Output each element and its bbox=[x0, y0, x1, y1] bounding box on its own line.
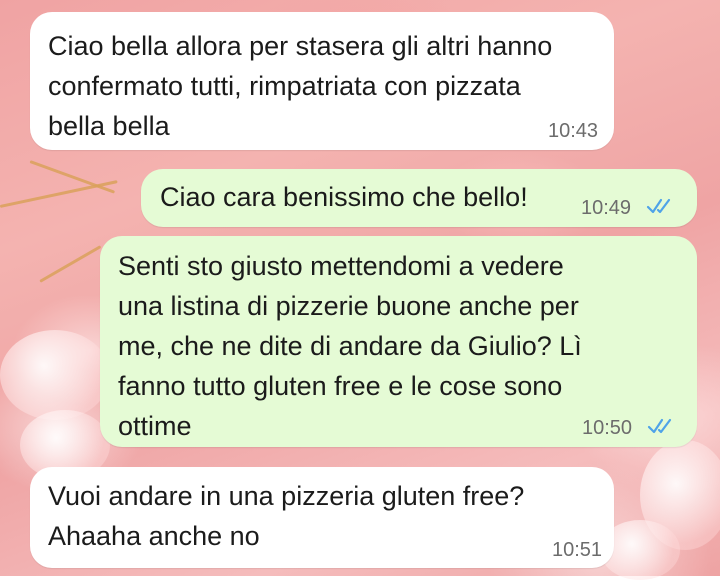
wallpaper-stem bbox=[39, 245, 102, 283]
message-timestamp: 10:49 bbox=[581, 197, 632, 219]
double-check-read-icon bbox=[646, 198, 671, 214]
message-text: Senti sto giusto mettendomi a vedere una… bbox=[118, 251, 582, 441]
message-bubble-incoming[interactable]: Vuoi andare in una pizzeria gluten free?… bbox=[30, 467, 614, 568]
message-text: Ciao bella allora per stasera gli altri … bbox=[48, 31, 553, 141]
message-text: Vuoi andare in una pizzeria gluten free?… bbox=[48, 481, 525, 551]
wallpaper-flower bbox=[0, 330, 110, 420]
message-text: Ciao cara benissimo che bello! bbox=[160, 182, 528, 212]
message-bubble-incoming[interactable]: Ciao bella allora per stasera gli altri … bbox=[30, 12, 614, 150]
message-timestamp: 10:50 bbox=[582, 417, 633, 439]
double-check-read-icon bbox=[647, 418, 672, 434]
message-bubble-outgoing[interactable]: Ciao cara benissimo che bello! 10:49 bbox=[141, 169, 697, 227]
message-bubble-outgoing[interactable]: Senti sto giusto mettendomi a vedere una… bbox=[100, 236, 697, 447]
message-timestamp: 10:51 bbox=[552, 539, 603, 561]
wallpaper-stem bbox=[0, 180, 118, 208]
message-timestamp: 10:43 bbox=[548, 120, 599, 142]
